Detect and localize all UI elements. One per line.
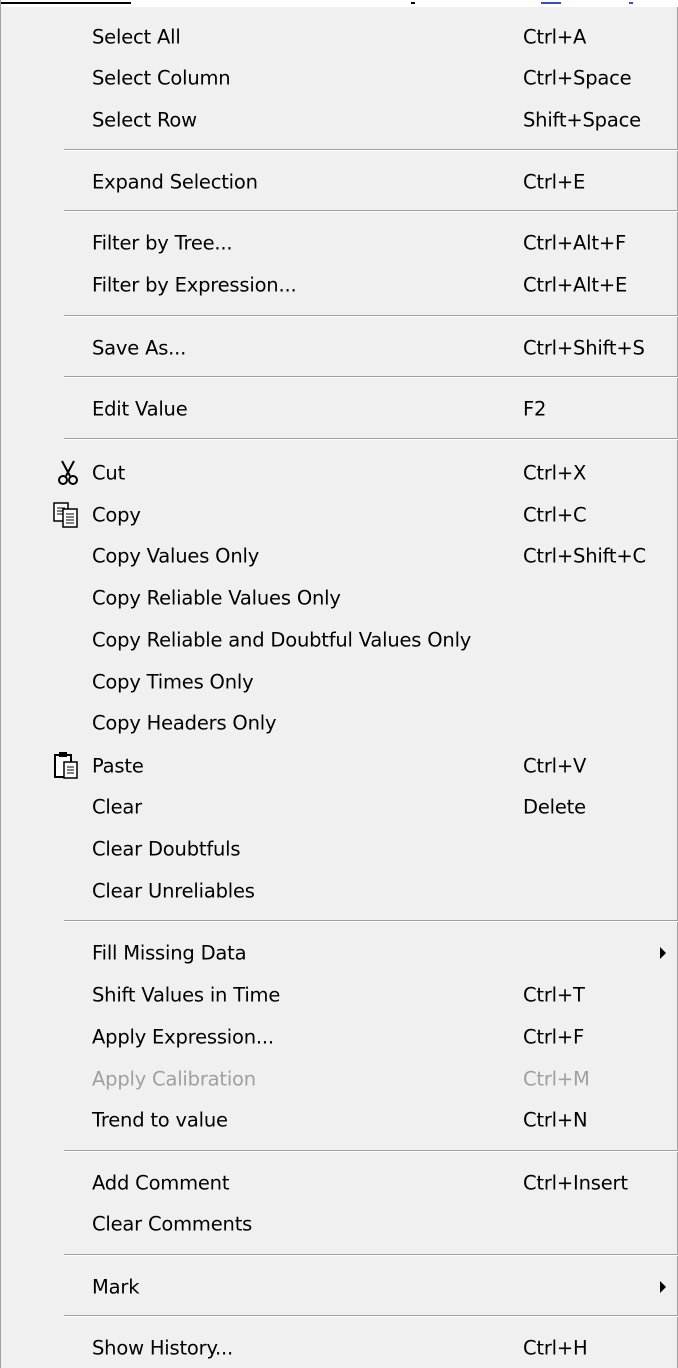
menu-item-trend-to-value[interactable]: Trend to value Ctrl+N	[1, 1100, 677, 1140]
clipboard-paste-icon	[53, 751, 87, 781]
menu-item-copy-reliable-and-doubtful-values-only[interactable]: Copy Reliable and Doubtful Values Only	[1, 620, 677, 660]
menu-separator	[64, 376, 678, 378]
menu-item-shortcut: Ctrl+Space	[523, 66, 632, 90]
menu-item-label: Copy Times Only	[92, 670, 254, 694]
menu-item-shortcut: Ctrl+X	[523, 461, 587, 485]
menu-item-label: Select All	[92, 25, 181, 49]
menu-item-select-row[interactable]: Select Row Shift+Space	[1, 100, 677, 140]
menu-item-shortcut: Ctrl+Insert	[523, 1171, 628, 1195]
menu-item-label: Filter by Expression...	[92, 273, 297, 297]
menu-separator	[64, 1315, 678, 1317]
menu-item-apply-expression[interactable]: Apply Expression... Ctrl+F	[1, 1017, 677, 1057]
underlying-window-edge	[1, 0, 678, 7]
menu-item-filter-by-expression[interactable]: Filter by Expression... Ctrl+Alt+E	[1, 265, 677, 305]
menu-item-label: Copy Headers Only	[92, 711, 277, 735]
menu-separator	[64, 149, 678, 151]
menu-item-label: Copy Reliable and Doubtful Values Only	[92, 628, 472, 652]
copy-icon	[53, 500, 87, 530]
menu-item-select-column[interactable]: Select Column Ctrl+Space	[1, 58, 677, 98]
menu-separator	[64, 438, 678, 440]
menu-item-shortcut: Ctrl+A	[523, 25, 587, 49]
submenu-arrow-icon	[660, 947, 666, 959]
menu-item-edit-value[interactable]: Edit Value F2	[1, 389, 677, 429]
menu-item-paste[interactable]: Paste Ctrl+V	[1, 746, 677, 786]
menu-item-label: Expand Selection	[92, 170, 258, 194]
menu-item-label: Copy Values Only	[92, 544, 260, 568]
menu-item-save-as[interactable]: Save As... Ctrl+Shift+S	[1, 328, 677, 368]
menu-item-label: Fill Missing Data	[92, 941, 247, 965]
menu-item-clear[interactable]: Clear Delete	[1, 787, 677, 827]
menu-item-copy-values-only[interactable]: Copy Values Only Ctrl+Shift+C	[1, 536, 677, 576]
submenu-arrow-icon	[660, 1281, 666, 1293]
menu-item-shortcut: Delete	[523, 795, 586, 819]
menu-item-copy-times-only[interactable]: Copy Times Only	[1, 662, 677, 702]
menu-item-label: Show History...	[92, 1336, 234, 1360]
menu-item-label: Select Column	[92, 66, 231, 90]
menu-item-label: Copy Reliable Values Only	[92, 586, 341, 610]
menu-item-copy-headers-only[interactable]: Copy Headers Only	[1, 703, 677, 743]
menu-item-label: Add Comment	[92, 1171, 230, 1195]
menu-item-shortcut: Ctrl+Alt+E	[523, 273, 628, 297]
menu-item-clear-comments[interactable]: Clear Comments	[1, 1204, 677, 1244]
menu-item-shortcut: Ctrl+C	[523, 503, 587, 527]
menu-item-cut[interactable]: Cut Ctrl+X	[1, 453, 677, 493]
menu-separator	[64, 210, 678, 212]
menu-item-shift-values-in-time[interactable]: Shift Values in Time Ctrl+T	[1, 975, 677, 1015]
menu-item-shortcut: Ctrl+E	[523, 170, 586, 194]
menu-item-fill-missing-data[interactable]: Fill Missing Data	[1, 933, 677, 973]
menu-item-label: Paste	[92, 754, 144, 778]
menu-item-copy[interactable]: Copy Ctrl+C	[1, 495, 677, 535]
menu-item-select-all[interactable]: Select All Ctrl+A	[1, 17, 677, 57]
menu-item-clear-unreliables[interactable]: Clear Unreliables	[1, 871, 677, 911]
menu-item-filter-by-tree[interactable]: Filter by Tree... Ctrl+Alt+F	[1, 223, 677, 263]
menu-item-label: Clear Unreliables	[92, 879, 255, 903]
menu-item-shortcut: Ctrl+Shift+C	[523, 544, 646, 568]
menu-item-clear-doubtfuls[interactable]: Clear Doubtfuls	[1, 829, 677, 869]
menu-item-shortcut: Ctrl+V	[523, 754, 587, 778]
menu-item-label: Edit Value	[92, 397, 188, 421]
menu-item-label: Copy	[92, 503, 141, 527]
menu-item-label: Select Row	[92, 108, 197, 132]
menu-item-shortcut: Ctrl+N	[523, 1108, 588, 1132]
menu-separator	[64, 315, 678, 317]
menu-item-mark[interactable]: Mark	[1, 1267, 677, 1307]
menu-item-shortcut: Ctrl+T	[523, 983, 585, 1007]
menu-item-shortcut: Ctrl+M	[523, 1067, 590, 1091]
menu-item-label: Clear Doubtfuls	[92, 837, 241, 861]
menu-item-label: Cut	[92, 461, 126, 485]
menu-item-copy-reliable-values-only[interactable]: Copy Reliable Values Only	[1, 578, 677, 618]
menu-item-label: Apply Expression...	[92, 1025, 274, 1049]
menu-item-label: Shift Values in Time	[92, 983, 281, 1007]
menu-separator	[64, 920, 678, 922]
menu-item-label: Trend to value	[92, 1108, 228, 1132]
scissors-icon	[53, 458, 87, 488]
menu-item-label: Save As...	[92, 336, 187, 360]
menu-item-shortcut: Ctrl+H	[523, 1336, 588, 1360]
menu-item-shortcut: Ctrl+Shift+S	[523, 336, 645, 360]
menu-item-apply-calibration: Apply Calibration Ctrl+M	[1, 1059, 677, 1099]
menu-item-label: Mark	[92, 1275, 140, 1299]
menu-item-label: Apply Calibration	[92, 1067, 256, 1091]
menu-item-label: Clear	[92, 795, 142, 819]
menu-item-label: Clear Comments	[92, 1212, 253, 1236]
context-menu: Select All Ctrl+A Select Column Ctrl+Spa…	[0, 0, 678, 1368]
menu-item-shortcut: Ctrl+F	[523, 1025, 585, 1049]
menu-item-shortcut: Ctrl+Alt+F	[523, 231, 626, 255]
menu-item-shortcut: Shift+Space	[523, 108, 641, 132]
menu-item-shortcut: F2	[523, 397, 547, 421]
menu-item-label: Filter by Tree...	[92, 231, 233, 255]
menu-item-expand-selection[interactable]: Expand Selection Ctrl+E	[1, 162, 677, 202]
menu-item-show-history[interactable]: Show History... Ctrl+H	[1, 1328, 677, 1368]
menu-item-add-comment[interactable]: Add Comment Ctrl+Insert	[1, 1163, 677, 1203]
menu-separator	[64, 1150, 678, 1152]
menu-separator	[64, 1254, 678, 1256]
